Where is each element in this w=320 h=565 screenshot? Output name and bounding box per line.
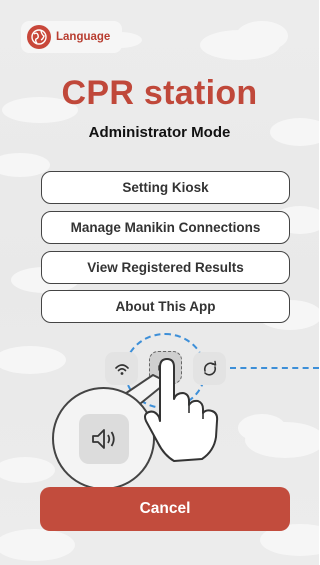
manage-manikin-connections-button[interactable]: Manage Manikin Connections: [41, 211, 290, 244]
language-button[interactable]: Language: [21, 21, 122, 53]
view-registered-results-button[interactable]: View Registered Results: [41, 251, 290, 284]
page-title: CPR station: [61, 74, 258, 112]
about-this-app-button[interactable]: About This App: [41, 290, 290, 323]
language-label: Language: [56, 31, 111, 43]
admin-screen: Language CPR station Administrator Mode …: [0, 0, 319, 565]
setting-kiosk-button[interactable]: Setting Kiosk: [41, 171, 290, 204]
zoom-speaker-tile: [78, 413, 129, 464]
cancel-button[interactable]: Cancel: [40, 487, 290, 531]
pointing-hand-icon: [144, 358, 219, 462]
guide-dashed-line: [230, 367, 319, 369]
globe-icon: [27, 25, 51, 49]
page-subtitle: Administrator Mode: [88, 124, 231, 141]
speaker-icon: [91, 428, 115, 449]
